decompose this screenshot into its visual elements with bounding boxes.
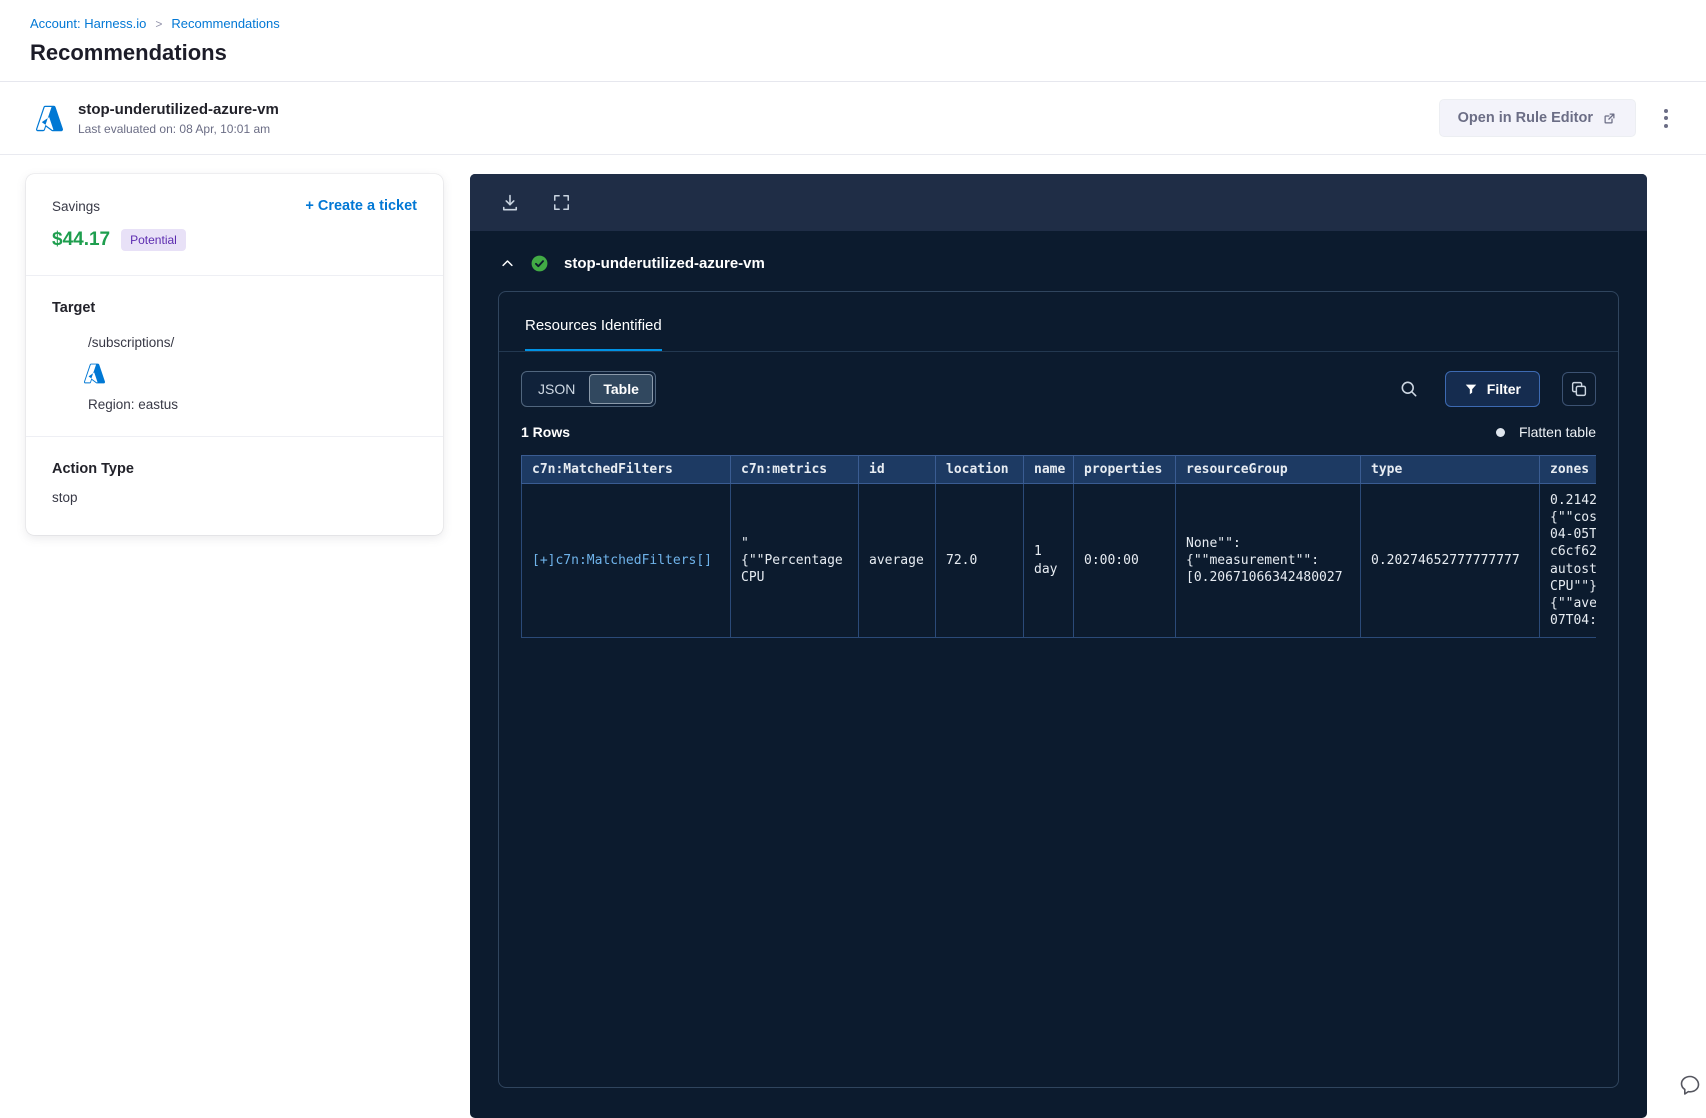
azure-icon-small (84, 363, 417, 384)
recommendation-name: stop-underutilized-azure-vm (78, 100, 279, 118)
flatten-table-label: Flatten table (1518, 424, 1596, 440)
resource-section-title: stop-underutilized-azure-vm (564, 255, 765, 272)
resources-table-header: c7n:MatchedFilters c7n:metrics id locati… (521, 455, 1596, 484)
savings-label: Savings (52, 198, 101, 214)
target-path: /subscriptions/ (88, 335, 175, 350)
panel-toolbar (470, 174, 1647, 231)
azure-icon (36, 105, 63, 132)
resources-table-body: [+]c7n:MatchedFilters[] " {""Percentage … (521, 482, 1596, 639)
col-properties: properties (1073, 455, 1176, 484)
page: Account: Harness.io > Recommendations Re… (0, 0, 1706, 1118)
external-link-icon (1602, 111, 1617, 126)
main-content: Savings + Create a ticket $44.17 Potenti… (0, 155, 1706, 1118)
view-toggle-table[interactable]: Table (589, 374, 653, 404)
action-type-value: stop (52, 490, 78, 505)
breadcrumb-separator: > (155, 16, 163, 31)
search-icon (1399, 379, 1419, 399)
col-id: id (858, 455, 936, 484)
cell-zones: 0.21423 {""cost 04-05T6 c6cf625 autostc … (1539, 482, 1596, 639)
savings-amount: $44.17 (52, 229, 111, 250)
savings-amount-row: $44.17 Potential (52, 229, 417, 251)
rows-info-row: 1 Rows Flatten table (499, 420, 1618, 455)
open-rule-editor-button[interactable]: Open in Rule Editor (1438, 99, 1636, 137)
topbar: Account: Harness.io > Recommendations Re… (0, 0, 1706, 66)
more-options-button[interactable] (1656, 103, 1676, 134)
cell-properties: 0:00:00 (1073, 482, 1176, 639)
action-type-label: Action Type (52, 461, 134, 477)
collapse-button[interactable] (500, 256, 515, 271)
copy-icon (1570, 380, 1588, 398)
filter-button-label: Filter (1486, 381, 1521, 397)
fullscreen-icon (552, 193, 571, 212)
download-button[interactable] (500, 193, 520, 213)
recommendation-header-actions: Open in Rule Editor (1438, 99, 1676, 137)
row-count: 1 Rows (521, 424, 571, 440)
create-ticket-link[interactable]: + Create a ticket (305, 198, 417, 214)
col-zones: zones (1539, 455, 1596, 484)
cell-matched-filters-expand[interactable]: [+]c7n:MatchedFilters[] (521, 482, 731, 639)
resources-table-viewport[interactable]: c7n:MatchedFilters c7n:metrics id locati… (521, 455, 1596, 639)
cell-name: 1 day (1023, 482, 1074, 639)
page-title: Recommendations (30, 40, 227, 65)
details-card: Savings + Create a ticket $44.17 Potenti… (26, 174, 443, 535)
potential-badge: Potential (121, 229, 186, 251)
col-metrics: c7n:metrics (730, 455, 859, 484)
cell-location: 72.0 (935, 482, 1024, 639)
recommendation-header-text: stop-underutilized-azure-vm Last evaluat… (78, 101, 279, 136)
chevron-up-icon (500, 256, 515, 271)
savings-row: Savings + Create a ticket (52, 198, 417, 214)
recommendation-header: stop-underutilized-azure-vm Last evaluat… (0, 82, 1706, 155)
flatten-table-toggle[interactable]: Flatten table (1495, 424, 1596, 440)
breadcrumb: Account: Harness.io > Recommendations (30, 16, 1676, 31)
resources-panel: stop-underutilized-azure-vm Resources Id… (470, 174, 1647, 1118)
copy-button[interactable] (1562, 372, 1596, 406)
flatten-toggle-dot-icon (1495, 427, 1505, 437)
fullscreen-button[interactable] (552, 193, 571, 212)
cell-id: average (858, 482, 936, 639)
tab-resources-identified[interactable]: Resources Identified (525, 317, 662, 351)
view-toggle: JSON Table (521, 371, 656, 407)
card-divider (26, 275, 443, 276)
col-type: type (1360, 455, 1540, 484)
table-header-row: c7n:MatchedFilters c7n:metrics id locati… (521, 455, 1596, 484)
filter-button[interactable]: Filter (1444, 371, 1540, 407)
filter-funnel-icon (1464, 382, 1478, 396)
resources-table: c7n:MatchedFilters c7n:metrics id locati… (521, 455, 1596, 639)
col-location: location (935, 455, 1024, 484)
col-matched-filters: c7n:MatchedFilters (521, 455, 731, 484)
recommendation-header-left: stop-underutilized-azure-vm Last evaluat… (36, 101, 279, 136)
cell-metrics: " {""Percentage CPU (730, 482, 859, 639)
table-row: [+]c7n:MatchedFilters[] " {""Percentage … (521, 482, 1596, 639)
breadcrumb-account-link[interactable]: Account: Harness.io (30, 16, 146, 31)
card-divider (26, 436, 443, 437)
download-icon (500, 193, 520, 213)
col-resource-group: resourceGroup (1175, 455, 1361, 484)
resource-section-row: stop-underutilized-azure-vm (470, 231, 1647, 285)
breadcrumb-current-link[interactable]: Recommendations (171, 16, 279, 31)
cell-type: 0.20274652777777777 (1360, 482, 1540, 639)
view-toggle-json[interactable]: JSON (524, 374, 589, 404)
last-evaluated-text: Last evaluated on: 08 Apr, 10:01 am (78, 121, 271, 136)
col-name: name (1023, 455, 1074, 484)
cell-resource-group: None"": {""measurement"": [0.20671066342… (1175, 482, 1361, 639)
target-region: Region: eastus (88, 397, 179, 412)
tab-row: Resources Identified (499, 292, 1618, 352)
resources-card: Resources Identified JSON Table Filter 1… (498, 291, 1619, 1088)
target-label: Target (52, 300, 96, 316)
table-controls-row: JSON Table Filter (499, 352, 1618, 420)
search-button[interactable] (1399, 379, 1419, 399)
open-rule-editor-label: Open in Rule Editor (1457, 110, 1593, 126)
support-chat-icon[interactable] (1678, 1073, 1702, 1102)
success-check-icon (530, 254, 549, 273)
